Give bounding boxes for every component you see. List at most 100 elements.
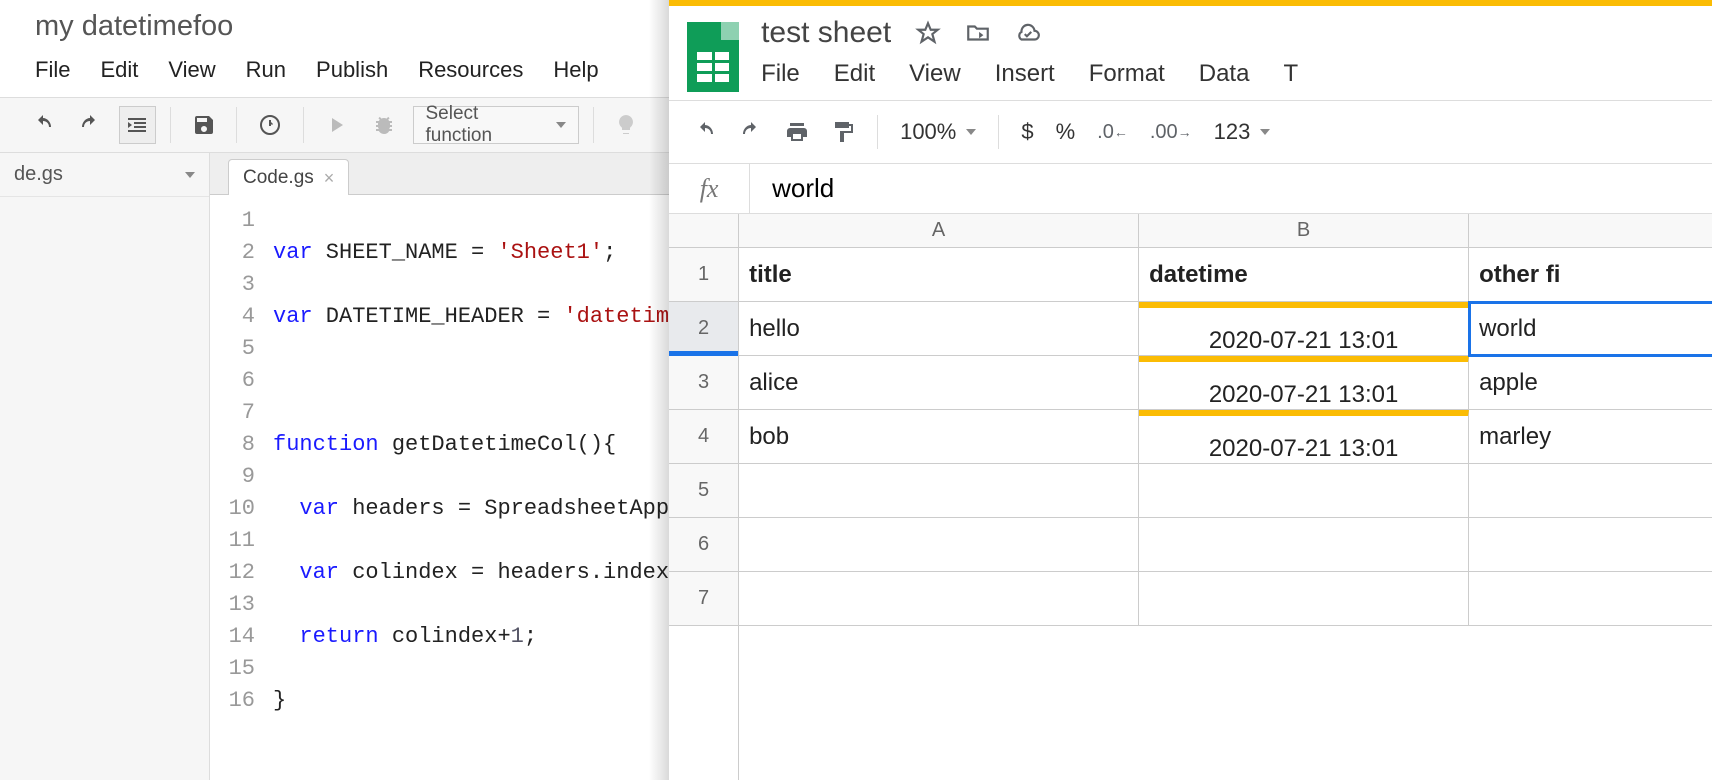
indent-button[interactable] — [119, 106, 156, 144]
select-all-corner[interactable] — [669, 214, 738, 248]
doc-header: test sheet File Edit View Insert Format … — [669, 6, 1712, 100]
cell[interactable]: other fi — [1469, 248, 1712, 302]
menu-help[interactable]: Help — [553, 57, 598, 83]
save-button[interactable] — [185, 106, 222, 144]
row-header[interactable]: 2 — [669, 302, 738, 356]
cell[interactable] — [739, 464, 1139, 518]
menu-edit[interactable]: Edit — [100, 57, 138, 83]
table-row: bob 2020-07-21 13:01 marley — [739, 410, 1712, 464]
menu-format[interactable]: Format — [1089, 60, 1165, 88]
fx-icon[interactable]: fx — [669, 174, 749, 204]
menu-file[interactable]: File — [761, 60, 800, 88]
separator — [998, 115, 999, 149]
zoom-select[interactable]: 100% — [900, 119, 976, 145]
cell-active[interactable]: world — [1469, 302, 1712, 356]
menu-insert[interactable]: Insert — [995, 60, 1055, 88]
print-button[interactable] — [785, 120, 809, 144]
function-select[interactable]: Select function — [413, 106, 579, 144]
table-row: title datetime other fi — [739, 248, 1712, 302]
menu-t[interactable]: T — [1283, 60, 1298, 88]
file-sidebar: de.gs — [0, 153, 210, 780]
cell[interactable]: alice — [739, 356, 1139, 410]
row-header[interactable]: 7 — [669, 572, 738, 626]
menu-publish[interactable]: Publish — [316, 57, 388, 83]
menu-view[interactable]: View — [168, 57, 215, 83]
table-row — [739, 518, 1712, 572]
undo-button[interactable] — [24, 106, 61, 144]
cell[interactable] — [739, 572, 1139, 626]
menu-resources[interactable]: Resources — [418, 57, 523, 83]
menu-run[interactable]: Run — [246, 57, 286, 83]
close-tab-icon[interactable]: × — [324, 168, 335, 189]
col-header[interactable] — [1469, 214, 1712, 248]
cell[interactable] — [1469, 572, 1712, 626]
code-editor: Code.gs × 12345678910111213141516 var SH… — [210, 153, 669, 780]
star-icon[interactable] — [915, 20, 941, 46]
sidebar-file-item[interactable]: de.gs — [0, 153, 209, 197]
menu-file[interactable]: File — [35, 57, 70, 83]
cell[interactable]: apple — [1469, 356, 1712, 410]
doc-title[interactable]: test sheet — [761, 16, 891, 50]
cell[interactable]: 2020-07-21 13:01 — [1139, 410, 1469, 464]
script-toolbar: Select function — [0, 97, 669, 153]
tab-label: Code.gs — [243, 167, 314, 189]
row-header[interactable]: 3 — [669, 356, 738, 410]
sheets-window: test sheet File Edit View Insert Format … — [669, 0, 1712, 780]
cloud-saved-icon[interactable] — [1015, 20, 1041, 46]
lightbulb-button[interactable] — [608, 106, 645, 144]
project-title[interactable]: my datetimefoo — [0, 0, 669, 51]
row-header[interactable]: 1 — [669, 248, 738, 302]
cell[interactable]: marley — [1469, 410, 1712, 464]
cell[interactable]: hello — [739, 302, 1139, 356]
sheets-logo-icon[interactable] — [687, 22, 739, 92]
increase-decimal-button[interactable]: .00→ — [1150, 121, 1192, 144]
cell[interactable] — [1469, 518, 1712, 572]
column-headers: A B — [739, 214, 1712, 248]
paint-format-button[interactable] — [831, 120, 855, 144]
debug-button[interactable] — [365, 106, 402, 144]
table-row — [739, 572, 1712, 626]
row-header[interactable]: 5 — [669, 464, 738, 518]
cell[interactable] — [1469, 464, 1712, 518]
undo-button[interactable] — [693, 120, 717, 144]
code-area[interactable]: 12345678910111213141516 var SHEET_NAME =… — [210, 195, 669, 780]
code-lines: var SHEET_NAME = 'Sheet1'; var DATETIME_… — [265, 195, 669, 780]
triggers-button[interactable] — [251, 106, 288, 144]
cell[interactable]: datetime — [1139, 248, 1469, 302]
table-row: hello 2020-07-21 13:01 world — [739, 302, 1712, 356]
menu-view[interactable]: View — [909, 60, 961, 88]
number-format-select[interactable]: 123 — [1214, 119, 1271, 145]
col-header[interactable]: A — [739, 214, 1139, 248]
cell[interactable] — [1139, 572, 1469, 626]
move-icon[interactable] — [965, 20, 991, 46]
currency-button[interactable]: $ — [1021, 119, 1033, 145]
row-header[interactable]: 4 — [669, 410, 738, 464]
decrease-decimal-button[interactable]: .0← — [1097, 121, 1128, 144]
run-button[interactable] — [318, 106, 355, 144]
menu-edit[interactable]: Edit — [834, 60, 875, 88]
separator — [236, 107, 237, 143]
row-header[interactable]: 6 — [669, 518, 738, 572]
redo-button[interactable] — [71, 106, 108, 144]
menu-data[interactable]: Data — [1199, 60, 1250, 88]
cell[interactable] — [1139, 518, 1469, 572]
cell[interactable] — [1139, 464, 1469, 518]
cell[interactable]: 2020-07-21 13:01 — [1139, 356, 1469, 410]
formula-input[interactable]: world — [750, 173, 834, 204]
formula-bar: fx world — [669, 164, 1712, 214]
percent-button[interactable]: % — [1056, 119, 1076, 145]
sheets-menubar: File Edit View Insert Format Data T — [761, 50, 1712, 100]
redo-button[interactable] — [739, 120, 763, 144]
table-row — [739, 464, 1712, 518]
script-workarea: de.gs Code.gs × 12345678910111213141516 … — [0, 153, 669, 780]
cell[interactable] — [739, 518, 1139, 572]
chevron-down-icon — [966, 129, 976, 135]
cell[interactable]: title — [739, 248, 1139, 302]
sheets-toolbar: 100% $ % .0← .00→ 123 — [669, 100, 1712, 164]
cell[interactable]: bob — [739, 410, 1139, 464]
grid-body: A B title datetime other fi hello 2020-0… — [739, 214, 1712, 780]
cell[interactable]: 2020-07-21 13:01 — [1139, 302, 1469, 356]
line-gutter: 12345678910111213141516 — [210, 195, 265, 780]
col-header[interactable]: B — [1139, 214, 1469, 248]
editor-tab[interactable]: Code.gs × — [228, 159, 349, 195]
